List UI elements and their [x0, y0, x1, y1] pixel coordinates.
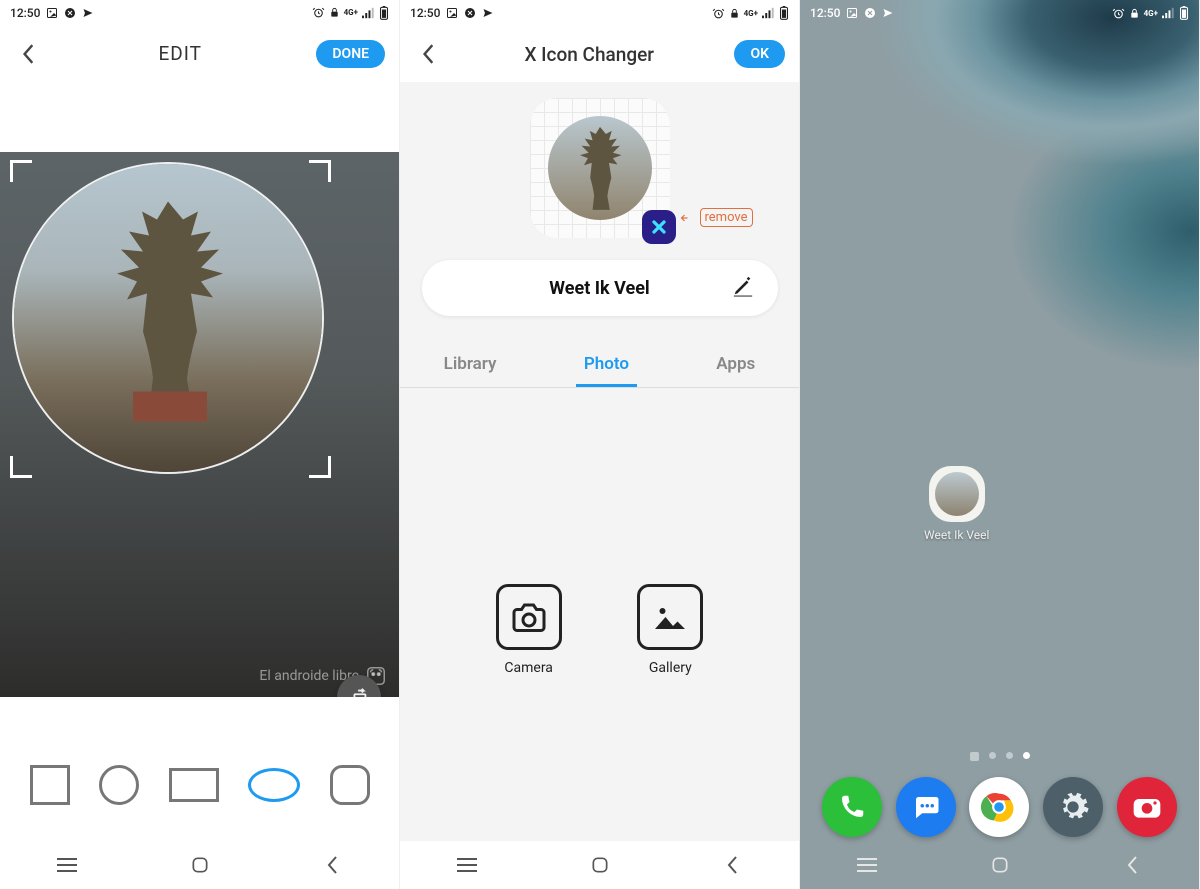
- dock-app-chrome[interactable]: [969, 777, 1029, 837]
- page-dot: [1006, 752, 1013, 759]
- shape-picker: [0, 729, 399, 841]
- app-bar: EDIT DONE: [0, 26, 399, 82]
- tab-photo[interactable]: Photo: [576, 344, 637, 387]
- screen-edit: 12:50 4G+ EDIT DONE: [0, 0, 400, 889]
- send-icon: [482, 7, 494, 19]
- alarm-icon: [1112, 7, 1125, 20]
- nav-recents[interactable]: [853, 851, 881, 879]
- crop-circle[interactable]: [14, 164, 322, 472]
- remove-button[interactable]: remove: [680, 208, 753, 227]
- crop-handle-tl[interactable]: [10, 160, 32, 182]
- shape-rectangle[interactable]: [169, 768, 219, 802]
- page-title: X Icon Changer: [444, 43, 734, 66]
- system-nav: [0, 841, 399, 889]
- screen-icon-changer: 12:50 4G+ X Icon Changer OK: [400, 0, 800, 889]
- page-dot: [989, 752, 996, 759]
- gargoyle-silhouette: [565, 123, 635, 213]
- page-indicator[interactable]: [800, 752, 1199, 761]
- source-gallery[interactable]: Gallery: [637, 584, 703, 676]
- send-icon: [82, 7, 94, 19]
- status-time: 12:50: [10, 6, 40, 20]
- network-4g-icon: 4G+: [744, 9, 758, 18]
- ok-button[interactable]: OK: [734, 40, 785, 68]
- gallery-label: Gallery: [649, 660, 692, 676]
- crop-handle-bl[interactable]: [10, 456, 32, 478]
- pencil-icon: [732, 275, 754, 301]
- close-circle-icon: [64, 7, 76, 19]
- nav-back[interactable]: [1119, 851, 1147, 879]
- image-icon: [846, 7, 858, 19]
- nav-recents[interactable]: [453, 851, 481, 879]
- tab-library[interactable]: Library: [436, 344, 505, 387]
- signal-icon: [1162, 7, 1175, 19]
- app-badge-icon: [642, 210, 676, 244]
- system-nav: [800, 841, 1199, 889]
- nav-home[interactable]: [986, 851, 1014, 879]
- gargoyle-silhouette: [93, 191, 243, 421]
- crop-stage[interactable]: El androide libre: [0, 152, 399, 697]
- shape-square[interactable]: [30, 765, 70, 805]
- close-circle-icon: [864, 7, 876, 19]
- lock-icon: [729, 7, 740, 20]
- status-bar: 12:50 4G+: [800, 0, 1199, 26]
- page-dot-active: [1023, 752, 1030, 759]
- nav-home[interactable]: [186, 851, 214, 879]
- signal-icon: [762, 7, 775, 19]
- back-button[interactable]: [414, 39, 444, 69]
- image-icon: [46, 7, 58, 19]
- done-button[interactable]: DONE: [316, 40, 385, 68]
- nav-recents[interactable]: [53, 851, 81, 879]
- nav-home[interactable]: [586, 851, 614, 879]
- alarm-icon: [712, 7, 725, 20]
- app-name-field[interactable]: Weet Ik Veel: [422, 260, 778, 316]
- shape-circle[interactable]: [99, 765, 139, 805]
- dock: [800, 777, 1199, 837]
- dock-app-camera[interactable]: [1117, 777, 1177, 837]
- status-bar: 12:50 4G+: [400, 0, 799, 26]
- app-bar: X Icon Changer OK: [400, 26, 799, 82]
- image-icon: [446, 7, 458, 19]
- screen-home: 12:50 4G+ Weet Ik Veel: [800, 0, 1200, 889]
- lock-icon: [329, 6, 340, 19]
- photo-sources: Camera Gallery: [400, 388, 799, 841]
- status-time: 12:50: [810, 6, 840, 20]
- dock-app-messages[interactable]: [896, 777, 956, 837]
- send-icon: [882, 7, 894, 19]
- source-camera[interactable]: Camera: [496, 584, 562, 676]
- signal-icon: [362, 7, 375, 19]
- crop-handle-tr[interactable]: [309, 160, 331, 182]
- close-circle-icon: [464, 7, 476, 19]
- icon-preview[interactable]: [530, 98, 670, 238]
- camera-label: Camera: [504, 660, 553, 676]
- nav-back[interactable]: [319, 851, 347, 879]
- network-4g-icon: 4G+: [344, 8, 358, 17]
- home-shortcut[interactable]: Weet Ik Veel: [924, 466, 989, 542]
- shortcut-label: Weet Ik Veel: [924, 528, 989, 542]
- dock-app-phone[interactable]: [822, 777, 882, 837]
- crop-handle-br[interactable]: [309, 456, 331, 478]
- shape-squircle[interactable]: [330, 765, 370, 805]
- network-4g-icon: 4G+: [1144, 9, 1158, 18]
- nav-back[interactable]: [719, 851, 747, 879]
- alarm-icon: [312, 6, 325, 19]
- shape-oval[interactable]: [248, 768, 300, 802]
- page-title: EDIT: [44, 42, 316, 65]
- dock-app-settings[interactable]: [1043, 777, 1103, 837]
- back-button[interactable]: [14, 39, 44, 69]
- app-name-text: Weet Ik Veel: [549, 278, 649, 299]
- status-bar: 12:50 4G+: [0, 0, 399, 26]
- lock-icon: [1129, 7, 1140, 20]
- tab-apps[interactable]: Apps: [708, 344, 763, 387]
- battery-icon: [779, 6, 789, 20]
- battery-icon: [379, 6, 389, 20]
- spacer: [0, 82, 399, 152]
- battery-icon: [1179, 6, 1189, 20]
- page-dot-home: [970, 752, 979, 761]
- status-time: 12:50: [410, 6, 440, 20]
- system-nav: [400, 841, 799, 889]
- tabs: Library Photo Apps: [400, 344, 799, 388]
